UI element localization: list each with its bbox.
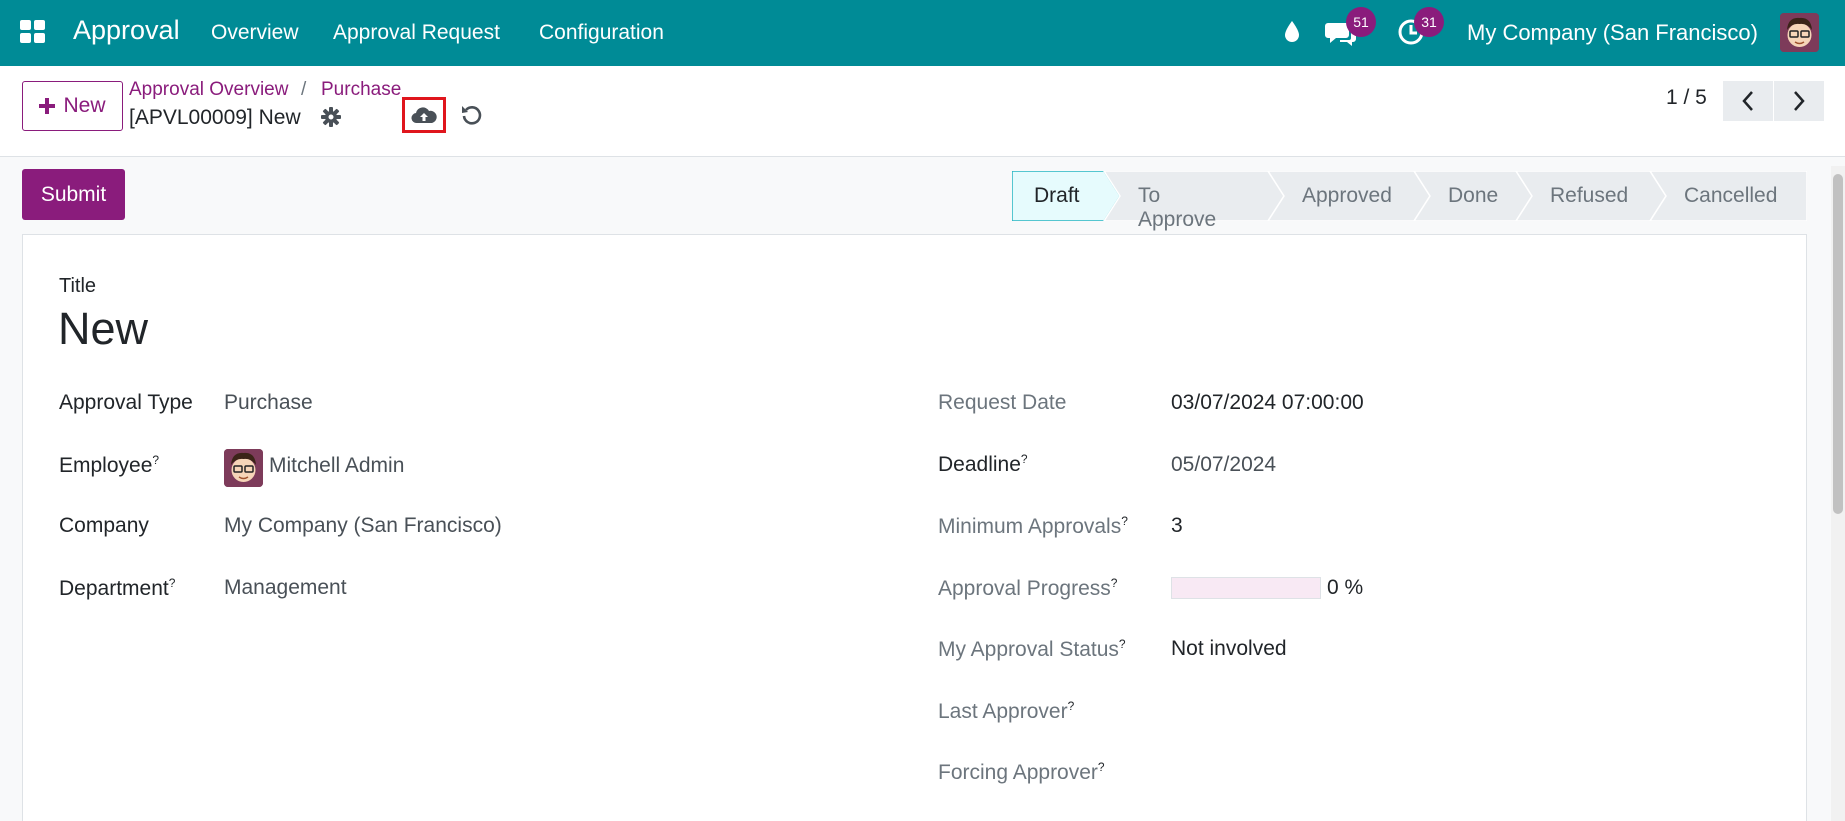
stage-draft[interactable]: Draft <box>1034 184 1080 208</box>
request-date-label: Request Date <box>938 391 1067 414</box>
title-input[interactable]: New <box>58 303 148 355</box>
submit-button[interactable]: Submit <box>22 169 125 220</box>
company-field[interactable]: My Company (San Francisco) <box>224 514 502 538</box>
minimum-approvals-label: Minimum Approvals? <box>938 514 1128 538</box>
stage-refused[interactable]: Refused <box>1550 184 1628 208</box>
activities-badge: 31 <box>1414 7 1444 37</box>
deadline-label: Deadline? <box>938 452 1028 476</box>
pager-previous-button[interactable] <box>1723 81 1773 121</box>
company-label: Company <box>59 514 149 537</box>
top-navbar: Approval Overview Approval Request Confi… <box>0 0 1845 66</box>
plus-icon <box>39 98 56 114</box>
my-approval-status-field: Not involved <box>1171 637 1287 660</box>
discard-undo-icon[interactable] <box>461 104 483 126</box>
approval-progress-value: 0 % <box>1327 576 1364 599</box>
department-field[interactable]: Management <box>224 576 347 600</box>
gear-icon[interactable] <box>321 107 341 127</box>
employee-label: Employee? <box>59 453 160 477</box>
menu-approval-request[interactable]: Approval Request <box>333 21 500 45</box>
deadline-field[interactable]: 05/07/2024 <box>1171 453 1276 477</box>
last-approver-help-icon[interactable]: ? <box>1068 699 1075 713</box>
app-grid-icon[interactable] <box>20 20 46 44</box>
my-approval-status-label: My Approval Status? <box>938 637 1126 661</box>
new-button[interactable]: New <box>22 81 123 131</box>
control-panel: New Approval Overview / Purchase [APVL00… <box>0 66 1845 157</box>
scrollbar[interactable] <box>1831 166 1845 821</box>
approval-type-label: Approval Type <box>59 391 193 414</box>
forcing-approver-help-icon[interactable]: ? <box>1098 760 1105 774</box>
chevron-left-icon <box>1742 91 1753 111</box>
department-label: Department? <box>59 576 176 600</box>
cloud-upload-icon <box>411 107 437 124</box>
employee-help-icon[interactable]: ? <box>152 453 159 467</box>
employee-field[interactable]: Mitchell Admin <box>269 454 404 478</box>
menu-overview[interactable]: Overview <box>211 21 299 45</box>
forcing-approver-label: Forcing Approver? <box>938 760 1105 784</box>
minimum-approvals-field: 3 <box>1171 514 1183 537</box>
employee-avatar <box>224 449 263 487</box>
messages-badge: 51 <box>1346 7 1376 37</box>
employee-avatar-icon <box>224 449 263 487</box>
user-avatar[interactable] <box>1780 13 1819 52</box>
company-switcher[interactable]: My Company (San Francisco) <box>1467 20 1758 46</box>
app-title[interactable]: Approval <box>73 15 180 46</box>
chevron-right-icon <box>1794 91 1805 111</box>
pager-next-button[interactable] <box>1774 81 1824 121</box>
breadcrumb-purchase[interactable]: Purchase <box>321 79 401 101</box>
user-avatar-icon <box>1780 13 1819 52</box>
droplet-icon[interactable] <box>1283 20 1301 44</box>
approval-progress-help-icon[interactable]: ? <box>1111 576 1118 590</box>
title-label: Title <box>59 275 97 297</box>
minimum-approvals-help-icon[interactable]: ? <box>1121 514 1128 528</box>
new-button-label: New <box>63 94 106 117</box>
approval-progress-bar <box>1171 577 1321 599</box>
department-help-icon[interactable]: ? <box>169 576 176 590</box>
stage-approved[interactable]: Approved <box>1302 184 1392 208</box>
breadcrumb-separator: / <box>301 79 307 100</box>
deadline-help-icon[interactable]: ? <box>1021 452 1028 466</box>
record-name: [APVL00009] New <box>129 106 301 129</box>
approval-progress-label: Approval Progress? <box>938 576 1118 600</box>
menu-configuration[interactable]: Configuration <box>539 21 664 45</box>
my-approval-status-help-icon[interactable]: ? <box>1119 637 1126 651</box>
stage-cancelled[interactable]: Cancelled <box>1684 184 1777 208</box>
request-date-field[interactable]: 03/07/2024 07:00:00 <box>1171 391 1364 415</box>
last-approver-label: Last Approver? <box>938 699 1075 723</box>
approval-type-field[interactable]: Purchase <box>224 391 313 415</box>
stage-to-approve[interactable]: To Approve <box>1138 184 1216 232</box>
breadcrumb-approval-overview[interactable]: Approval Overview <box>129 79 288 101</box>
stage-done[interactable]: Done <box>1448 184 1498 208</box>
save-button[interactable] <box>402 97 446 133</box>
scrollbar-thumb[interactable] <box>1833 174 1843 514</box>
pager-value[interactable]: 1 / 5 <box>1666 86 1707 110</box>
